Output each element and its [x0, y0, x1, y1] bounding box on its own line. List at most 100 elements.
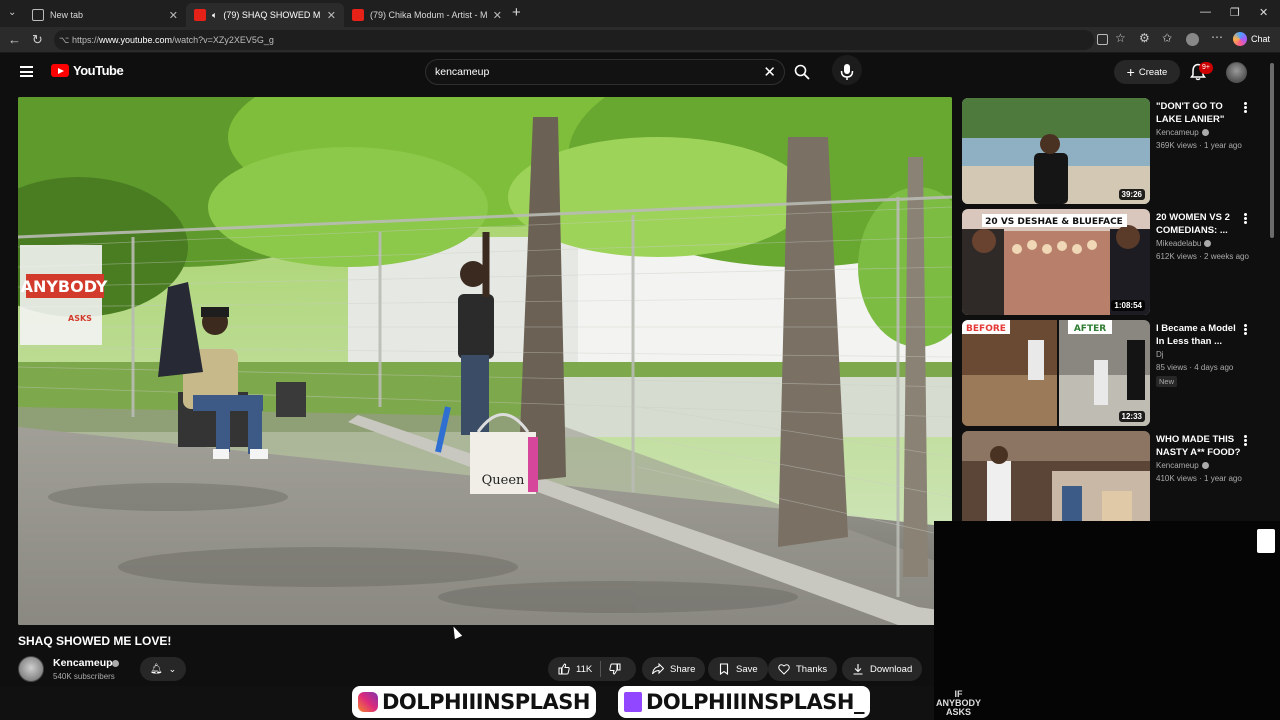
youtube-header: YouTube ✕ + Create 9+: [0, 53, 1280, 93]
dislike-thumb-icon[interactable]: [609, 663, 621, 675]
tab-new-tab[interactable]: New tab ✕: [24, 3, 186, 27]
recommendation-thumbnail[interactable]: 20 VS DESHAE & BLUEFACE 1:08:54: [962, 209, 1150, 315]
recommendation-thumbnail[interactable]: 39:26: [962, 98, 1150, 204]
more-options-icon[interactable]: ⋯: [1211, 30, 1223, 44]
recommendation-title: WHO MADE THIS NASTY A** FOOD?: [1156, 433, 1242, 459]
video-player[interactable]: Queen ANYBODY ASKS: [18, 97, 952, 625]
download-button[interactable]: Download: [842, 657, 923, 681]
title-line: WHO MADE THIS: [1156, 434, 1235, 445]
subscribed-notifications-button[interactable]: 🔔︎ ⌄: [140, 657, 186, 681]
watermark-anybody: ANYBODY: [21, 277, 108, 296]
copilot-icon: [1232, 32, 1247, 46]
twitch-handle-banner: DOLPHIIINSPLASH_: [618, 686, 870, 718]
share-button[interactable]: Share: [642, 657, 706, 681]
account-avatar[interactable]: [1226, 62, 1247, 83]
title-line: I Became a Model: [1156, 323, 1236, 334]
bookmark-icon: [718, 663, 730, 676]
verified-check-icon: [1201, 129, 1209, 136]
recommendation-meta: 369K views · 1 year ago: [1156, 141, 1242, 150]
url-path: /watch?v=XZy2XEV5G_g: [172, 35, 274, 45]
share-arrow-icon: [652, 662, 665, 675]
recommendation-meta: 85 views · 4 days ago: [1156, 363, 1234, 372]
save-button[interactable]: Save: [708, 657, 768, 681]
audio-playing-icon[interactable]: 🔈︎: [212, 10, 217, 21]
recommendation-meta: 410K views · 1 year ago: [1156, 474, 1242, 483]
recommendation-channel[interactable]: Dj: [1156, 350, 1164, 359]
favorite-star-icon[interactable]: ☆: [1115, 31, 1126, 45]
recommendation-title: "DON'T GO TO LAKE LANIER": [1156, 100, 1242, 126]
watermark-line: ASKS: [946, 707, 972, 717]
site-info-icon[interactable]: ⌥: [59, 30, 69, 50]
thanks-label: Thanks: [796, 663, 828, 675]
instagram-handle-banner: DOLPHIIINSPLASH: [352, 686, 596, 718]
recommendation-item[interactable]: BEFORE AFTER 12:33 I Became a Model In L…: [962, 320, 1262, 428]
like-thumb-icon[interactable]: [558, 663, 570, 675]
thumbnail-after-caption: AFTER: [1074, 324, 1106, 334]
restore-icon[interactable]: ❐: [1230, 6, 1240, 19]
tab-chika-modum[interactable]: (79) Chika Modum - Artist - My Pr ✕: [344, 3, 510, 27]
recommendation-title: 20 WOMEN VS 2 COMEDIANS: ...: [1156, 211, 1242, 237]
recommendation-channel[interactable]: Mikeadelabu: [1156, 239, 1212, 248]
back-arrow-icon[interactable]: ←: [8, 32, 21, 47]
new-tab-favicon-icon: [32, 9, 44, 21]
close-tab-icon[interactable]: ✕: [327, 9, 336, 22]
recommendation-item[interactable]: 20 VS DESHAE & BLUEFACE 1:08:54 20 WOMEN…: [962, 209, 1262, 317]
channel-label: Dj: [1156, 350, 1164, 359]
new-tab-plus-icon[interactable]: +: [512, 4, 521, 21]
create-button[interactable]: + Create: [1114, 60, 1180, 84]
refresh-icon[interactable]: ↻: [32, 32, 43, 48]
tab-title: (79) SHAQ SHOWED ME LOVE: [223, 10, 321, 20]
youtube-logo[interactable]: YouTube: [51, 63, 124, 78]
more-actions-icon[interactable]: [1244, 324, 1247, 335]
tab-title: New tab: [50, 10, 84, 20]
recommendation-title: I Became a Model In Less than ...: [1156, 322, 1242, 348]
more-actions-icon[interactable]: [1244, 102, 1247, 113]
channel-name[interactable]: Kencameup: [53, 657, 113, 669]
browser-address-bar: ← ↻ ⌥ https://www.youtube.com/watch?v=XZ…: [0, 27, 1280, 53]
notification-count-badge: 9+: [1199, 62, 1213, 74]
recommendation-item[interactable]: 39:26 "DON'T GO TO LAKE LANIER" Kencameu…: [962, 98, 1262, 206]
search-icon[interactable]: [794, 64, 810, 80]
close-tab-icon[interactable]: ✕: [169, 9, 178, 22]
bag-label: Queen: [482, 473, 525, 488]
page-scrollbar[interactable]: [1268, 53, 1276, 243]
bell-icon: 🔔︎: [149, 663, 163, 675]
like-dislike-group: 11K: [548, 657, 636, 681]
extensions-icon[interactable]: ⚙: [1139, 31, 1150, 45]
twitch-handle: DOLPHIIINSPLASH_: [646, 690, 865, 714]
copilot-chat-button[interactable]: Chat: [1232, 32, 1270, 46]
tab-list-menu-icon[interactable]: ⌄: [8, 7, 16, 18]
close-tab-icon[interactable]: ✕: [493, 9, 502, 22]
video-frame: Queen ANYBODY ASKS: [18, 97, 952, 625]
tab-title: (79) Chika Modum - Artist - My Pr: [370, 10, 487, 20]
channel-avatar[interactable]: [18, 656, 44, 682]
tab-shaq-video[interactable]: 🔈︎ (79) SHAQ SHOWED ME LOVE ✕: [186, 3, 344, 27]
more-actions-icon[interactable]: [1244, 213, 1247, 224]
search-input[interactable]: [435, 63, 755, 81]
clear-search-icon[interactable]: ✕: [763, 63, 776, 81]
hamburger-menu-icon[interactable]: [20, 66, 33, 77]
thanks-button[interactable]: Thanks: [768, 657, 838, 681]
new-badge: New: [1156, 376, 1178, 387]
instagram-icon: [358, 692, 378, 712]
like-count[interactable]: 11K: [576, 664, 592, 675]
minimize-icon[interactable]: —: [1200, 6, 1211, 18]
side-logo-icon: [1257, 529, 1275, 553]
youtube-favicon-icon: [194, 9, 206, 21]
url-field[interactable]: ⌥ https://www.youtube.com/watch?v=XZy2XE…: [54, 30, 1094, 50]
create-label: Create: [1138, 66, 1168, 78]
youtube-play-icon: [51, 64, 69, 77]
microphone-icon[interactable]: [838, 62, 856, 82]
favorites-icon[interactable]: ✩: [1162, 31, 1172, 45]
divider: [600, 661, 602, 677]
recommendation-channel[interactable]: Kencameup: [1156, 461, 1209, 470]
scrollbar-thumb[interactable]: [1270, 63, 1274, 238]
recommendation-thumbnail[interactable]: BEFORE AFTER 12:33: [962, 320, 1150, 426]
chevron-down-icon: ⌄: [168, 663, 177, 674]
recommendation-channel[interactable]: Kencameup: [1156, 128, 1209, 137]
app-available-icon[interactable]: [1097, 34, 1108, 45]
close-window-icon[interactable]: ✕: [1259, 6, 1268, 19]
title-line: LAKE LANIER": [1156, 114, 1225, 125]
profile-icon[interactable]: [1186, 33, 1199, 46]
more-actions-icon[interactable]: [1244, 435, 1247, 446]
